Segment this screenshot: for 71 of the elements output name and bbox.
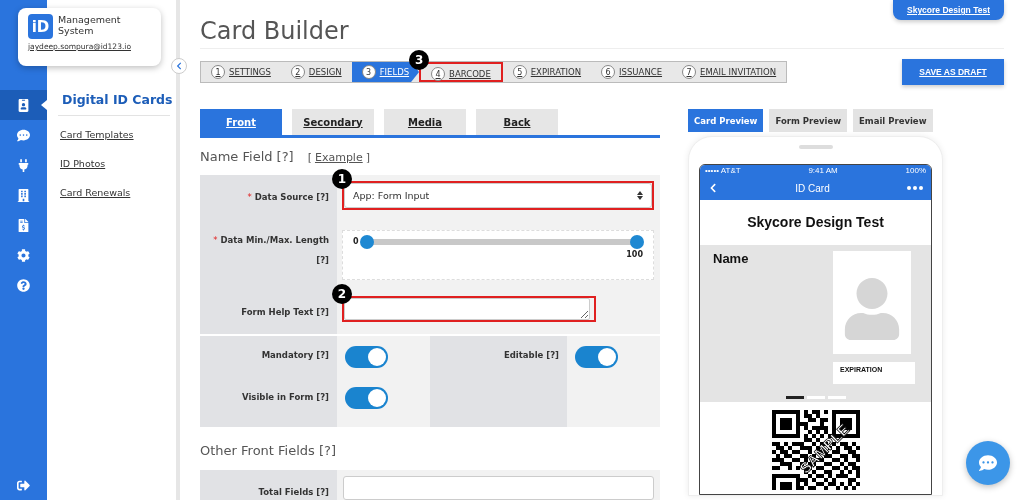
bracket: [ [307, 151, 312, 164]
field-tab[interactable]: Back [476, 109, 558, 135]
clock-text: 9:41 AM [808, 166, 838, 176]
step-link[interactable]: 6 ISSUANCE [591, 62, 673, 82]
slider-thumb[interactable] [359, 234, 374, 249]
help-icon [17, 278, 30, 292]
field-tab[interactable]: Front [200, 109, 282, 135]
field-tab[interactable]: Secondary [292, 109, 374, 135]
settings-icon [17, 248, 30, 262]
field-label: Total Fields [?] [258, 487, 329, 497]
min-value: 0 [353, 237, 359, 246]
callout-number: 3 [409, 50, 430, 70]
bracket: ] [365, 151, 370, 164]
carrier-text: ••••• AT&T [705, 166, 741, 176]
toggle-label: Editable [?] [503, 349, 559, 362]
required-mark: * [247, 192, 252, 202]
sidebar-link[interactable]: Card Templates [60, 129, 134, 140]
field-label: Form Help Text [?] [241, 307, 329, 317]
building-icon [17, 188, 30, 202]
preview-tab[interactable]: Card Preview [688, 109, 764, 132]
max-value: 100 [626, 250, 643, 259]
sidebar-link[interactable]: ID Photos [60, 158, 106, 169]
data-source-select[interactable]: App: Form Input [344, 183, 652, 208]
field-tab[interactable]: Media [384, 109, 466, 135]
step-link[interactable]: 2 DESIGN [280, 62, 352, 82]
name-label: Name [713, 250, 749, 268]
nav-title: ID Card [795, 182, 830, 194]
collapse-button[interactable] [171, 58, 187, 74]
section-title: Name Field [?] [200, 149, 294, 164]
logo: iD [28, 14, 53, 39]
page-title: Card Builder [200, 17, 349, 45]
callout-number: 1 [332, 169, 352, 189]
account-button[interactable]: Skycore Design Test [893, 0, 1004, 20]
preview-tab[interactable]: Form Preview [769, 109, 848, 132]
more-icon [907, 186, 923, 191]
battery-text: 100% [905, 166, 926, 176]
rail-item[interactable] [0, 90, 47, 120]
preview-tab[interactable]: Email Preview [853, 109, 933, 132]
total-fields-select[interactable] [343, 476, 654, 500]
toggle-switch[interactable] [575, 346, 618, 368]
chevron-left-icon [175, 62, 183, 70]
app-title: Management System [58, 14, 122, 36]
section-title: Other Front Fields [?] [200, 443, 337, 458]
save-draft-button[interactable]: SAVE AS DRAFT [902, 59, 1004, 85]
toggle-switch[interactable] [345, 346, 388, 368]
chat-bubble-icon [17, 128, 30, 142]
slider-thumb[interactable] [630, 234, 644, 249]
step-link[interactable]: 1 SETTINGS [201, 62, 281, 82]
invoice-icon [17, 218, 30, 232]
back-icon [708, 183, 718, 194]
logout-icon[interactable] [17, 478, 30, 492]
step-link[interactable]: 7 EMAIL INVITATION [672, 62, 787, 82]
id-badge-icon [17, 98, 30, 112]
toggle-switch[interactable] [345, 387, 388, 409]
range-slider[interactable]: 0 100 [342, 230, 654, 280]
field-label: Data Source [?] [254, 192, 329, 202]
sort-arrows-icon [637, 191, 643, 200]
example-link[interactable]: Example [314, 151, 363, 164]
toggle-label: Visible in Form [?] [242, 391, 329, 404]
chat-button[interactable] [966, 441, 1010, 485]
step-link[interactable]: 4 BARCODE [421, 64, 501, 84]
step-link[interactable]: 5 EXPIRATION [502, 62, 592, 82]
help-text-field[interactable] [344, 298, 590, 320]
plug-icon [17, 158, 30, 172]
sidebar-title-text: Digital ID Cards [62, 92, 173, 107]
card-title: Skycore Design Test [746, 213, 885, 233]
required-mark: * [213, 235, 218, 245]
sidebar-link[interactable]: Card Renewals [60, 187, 131, 198]
field-label: Data Min./Max. Length [?] [220, 235, 329, 265]
toggle-label: Mandatory [?] [261, 349, 329, 362]
chat-icon [979, 454, 997, 472]
